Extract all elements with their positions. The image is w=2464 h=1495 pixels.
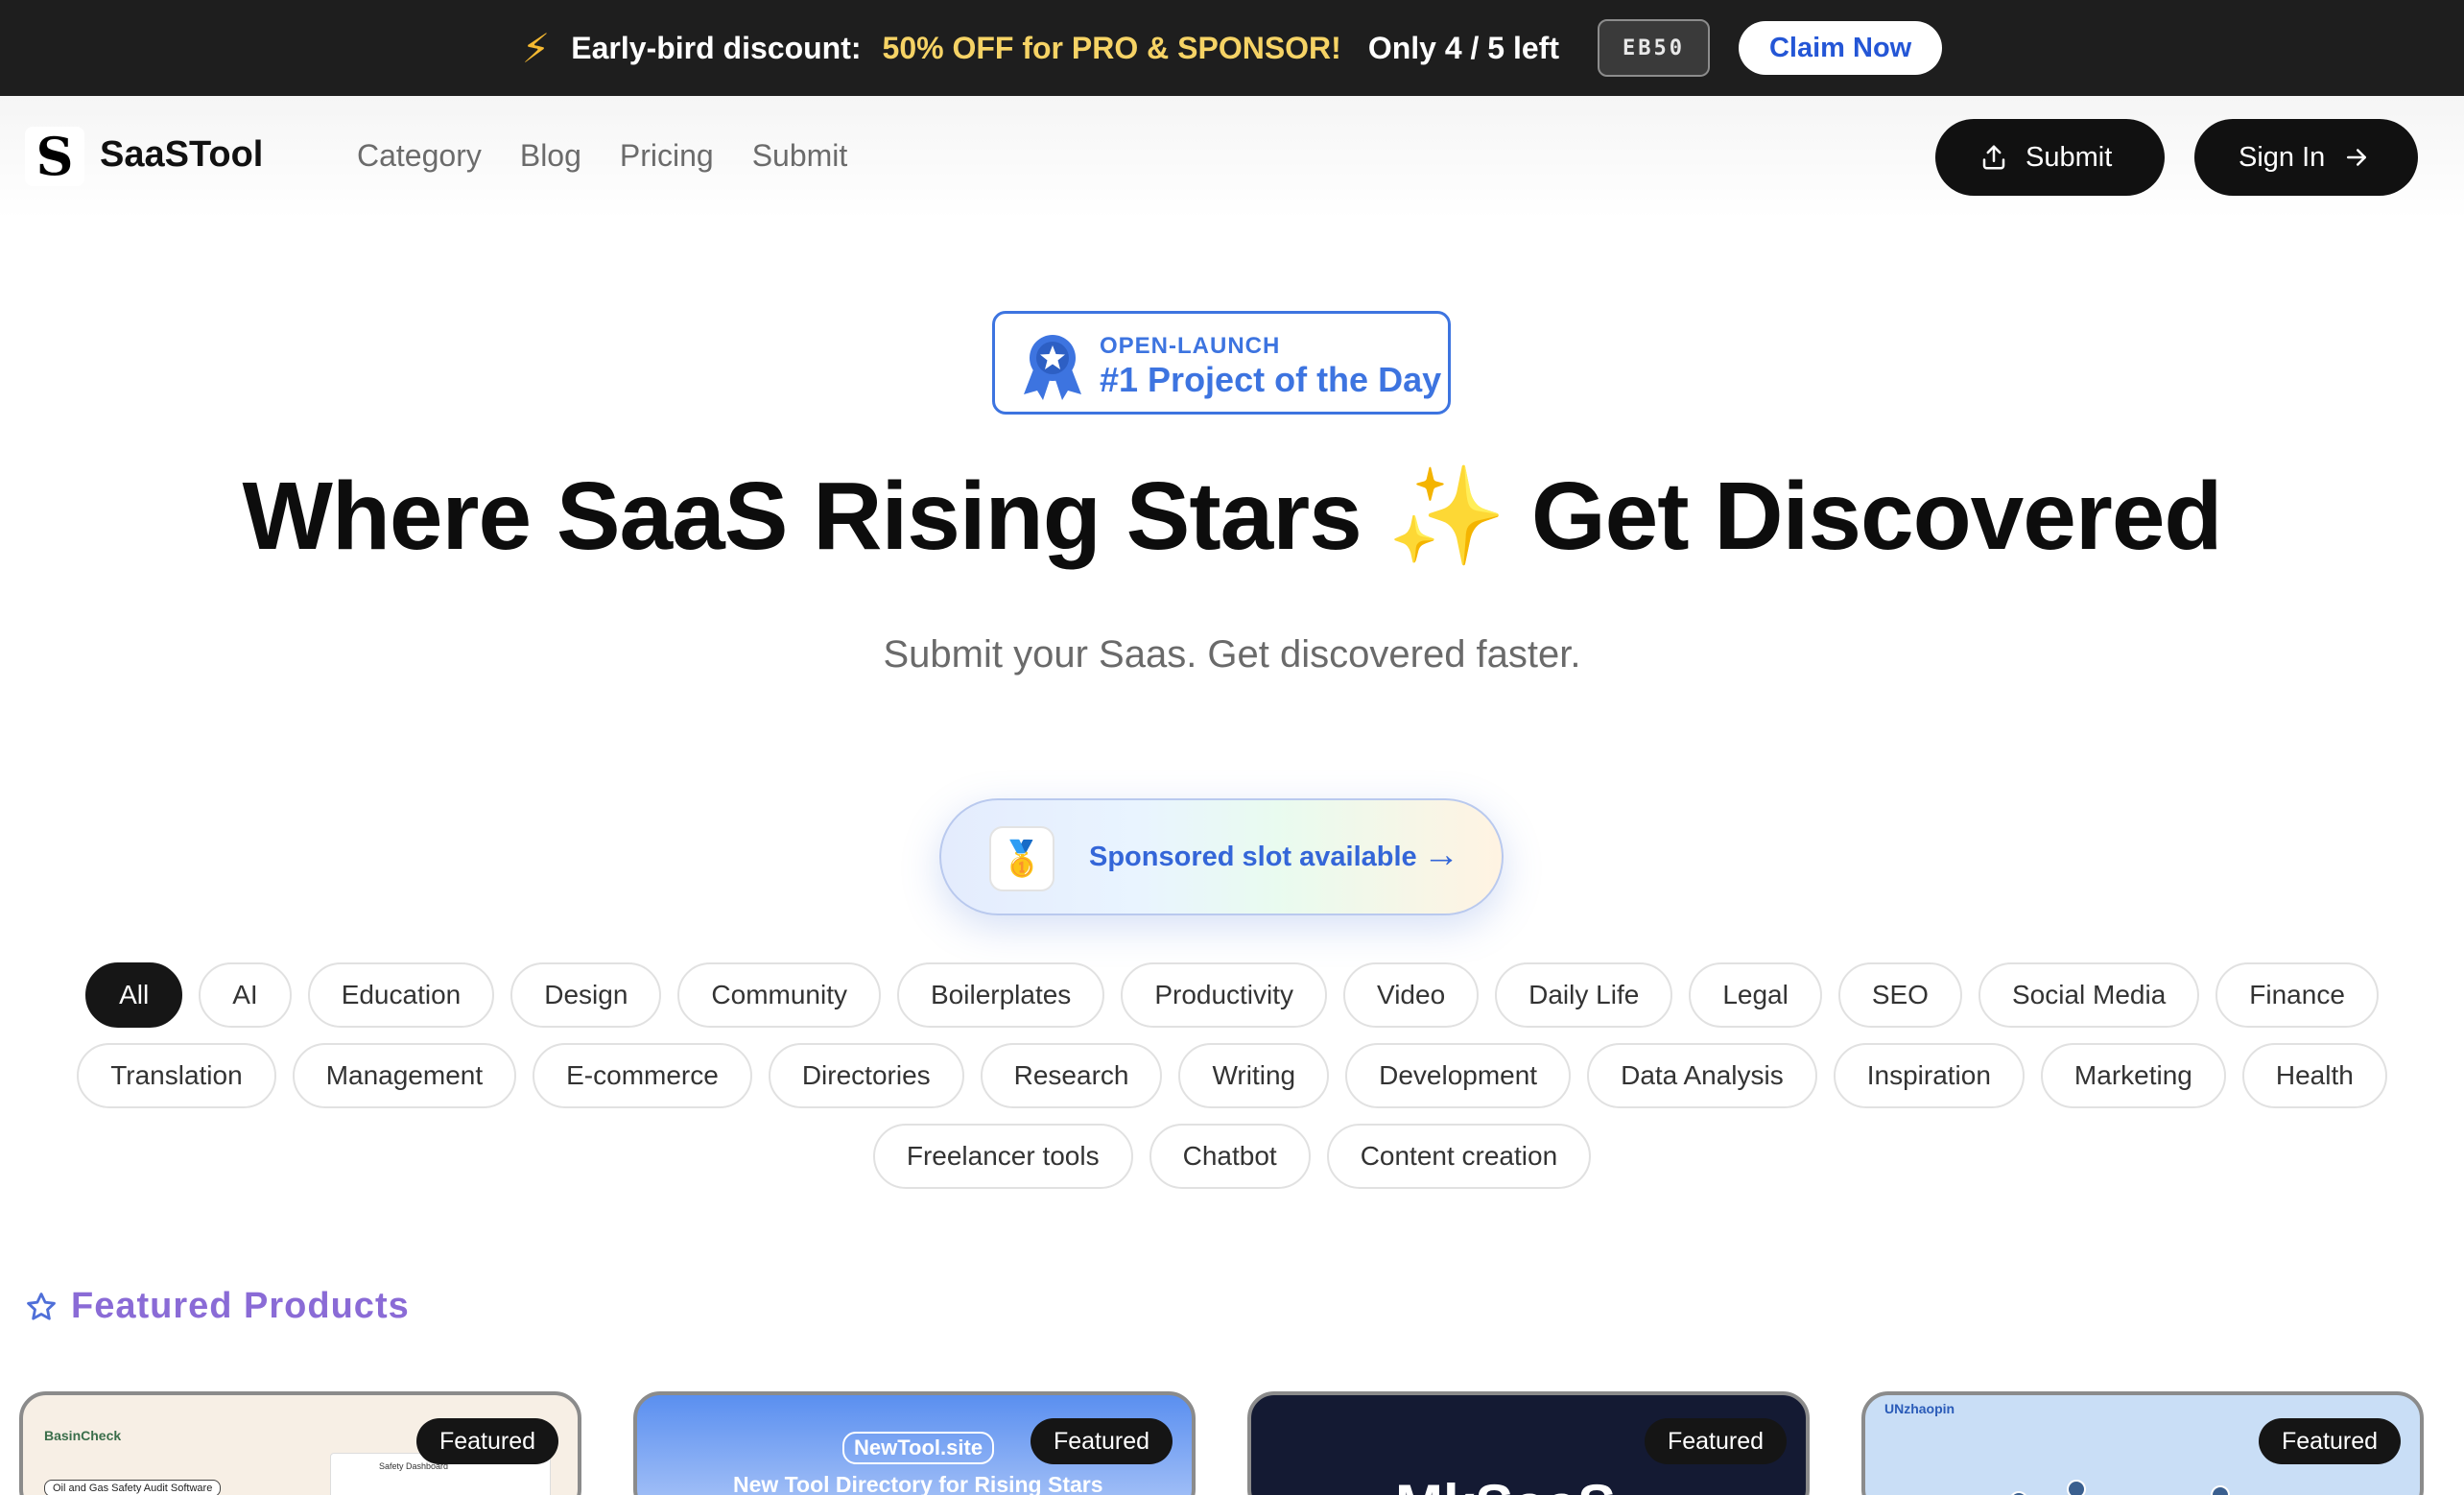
sign-in-button[interactable]: Sign In	[2194, 119, 2418, 196]
category-chip-e-commerce[interactable]: E-commerce	[533, 1043, 752, 1108]
featured-card-mksaas[interactable]: MkSaaS Featured	[1247, 1391, 1810, 1495]
upload-icon	[1982, 145, 2005, 170]
map-marker	[2067, 1480, 2086, 1495]
card-brand: BasinCheck	[44, 1428, 122, 1443]
sponsored-slot-label: Sponsored slot available	[1089, 842, 1417, 872]
nav-pricing[interactable]: Pricing	[620, 138, 714, 174]
category-chip-boilerplates[interactable]: Boilerplates	[897, 962, 1105, 1028]
map-marker	[2009, 1491, 2028, 1495]
sign-in-label: Sign In	[2239, 141, 2326, 173]
category-chip-data-analysis[interactable]: Data Analysis	[1587, 1043, 1817, 1108]
promo-banner: ⚡ Early-bird discount: 50% OFF for PRO &…	[0, 0, 2464, 96]
nav-submit[interactable]: Submit	[752, 138, 848, 174]
category-chip-research[interactable]: Research	[980, 1043, 1163, 1108]
card-logo-text: MkSaaS	[1395, 1472, 1616, 1495]
card-logo-text: UNzhaopin	[1884, 1401, 1955, 1416]
category-row-2: Translation Management E-commerce Direct…	[0, 1043, 2464, 1108]
featured-badge: Featured	[1644, 1418, 1787, 1464]
featured-heading-label: Featured Products	[71, 1286, 410, 1326]
featured-badge: Featured	[1030, 1418, 1173, 1464]
promo-remaining: Only 4 / 5 left	[1367, 30, 1559, 65]
category-chip-social-media[interactable]: Social Media	[1978, 962, 2200, 1028]
arrow-right-icon	[2347, 149, 2367, 166]
hero-title-left: Where SaaS Rising Stars	[242, 463, 1362, 570]
category-chip-writing[interactable]: Writing	[1178, 1043, 1330, 1108]
lightning-icon: ⚡	[521, 25, 551, 71]
sparkles-icon: ✨	[1386, 463, 1507, 570]
star-outline-icon	[27, 1292, 56, 1320]
category-chip-seo[interactable]: SEO	[1837, 962, 1962, 1028]
map-marker	[2211, 1485, 2230, 1495]
badge-line-2: #1 Project of the Day	[1100, 360, 1442, 399]
featured-badge: Featured	[415, 1418, 558, 1464]
category-chip-community[interactable]: Community	[677, 962, 881, 1028]
arrow-right-icon: →	[1423, 835, 1459, 875]
category-row-1: All AI Education Design Community Boiler…	[0, 962, 2464, 1028]
category-chip-ai[interactable]: AI	[199, 962, 292, 1028]
medal-icon: 🥇	[989, 826, 1054, 891]
brand-name[interactable]: SaaSTool	[100, 134, 263, 176]
main-nav: Category Blog Pricing Submit	[357, 138, 847, 174]
category-chip-directories[interactable]: Directories	[768, 1043, 964, 1108]
promo-lead: Early-bird discount:	[571, 30, 862, 65]
category-chip-finance[interactable]: Finance	[2215, 962, 2379, 1028]
card-tagline: New Tool Directory for Rising Stars	[733, 1472, 1103, 1495]
site-header: S SaaSTool Category Blog Pricing Submit …	[0, 96, 2464, 219]
card-subtitle: Oil and Gas Safety Audit Software	[44, 1480, 222, 1495]
category-chip-content-creation[interactable]: Content creation	[1326, 1124, 1592, 1189]
category-chip-daily-life[interactable]: Daily Life	[1495, 962, 1673, 1028]
category-chip-legal[interactable]: Legal	[1689, 962, 1822, 1028]
launch-badge[interactable]: OPEN-LAUNCH #1 Project of the Day	[992, 311, 1451, 415]
category-chip-education[interactable]: Education	[307, 962, 495, 1028]
award-ribbon-icon	[1024, 335, 1081, 400]
nav-category[interactable]: Category	[357, 138, 482, 174]
hero-title-right: Get Discovered	[1530, 463, 2223, 570]
promo-highlight: 50% OFF for PRO & SPONSOR!	[882, 30, 1341, 65]
hero-title: Where SaaS Rising Stars ✨ Get Discovered	[0, 461, 2464, 573]
logo-mark[interactable]: S	[25, 126, 84, 187]
category-row-3: Freelancer tools Chatbot Content creatio…	[0, 1124, 2464, 1189]
hero-subtitle: Submit your Saas. Get discovered faster.	[883, 633, 1581, 676]
badge-line-1: OPEN-LAUNCH	[1100, 333, 1281, 359]
category-chip-all[interactable]: All	[85, 962, 183, 1028]
category-chip-video[interactable]: Video	[1343, 962, 1480, 1028]
promo-code[interactable]: EB50	[1597, 19, 1710, 77]
category-chip-productivity[interactable]: Productivity	[1121, 962, 1328, 1028]
featured-badge: Featured	[2258, 1418, 2401, 1464]
sponsored-slot-button[interactable]: 🥇 Sponsored slot available →	[939, 798, 1504, 915]
category-chip-marketing[interactable]: Marketing	[2040, 1043, 2226, 1108]
category-chip-freelancer-tools[interactable]: Freelancer tools	[872, 1124, 1133, 1189]
submit-button[interactable]: Submit	[1935, 119, 2165, 196]
category-chip-health[interactable]: Health	[2241, 1043, 2387, 1108]
claim-now-button[interactable]: Claim Now	[1738, 21, 1943, 75]
category-chip-translation[interactable]: Translation	[77, 1043, 276, 1108]
featured-heading: Featured Products	[25, 1286, 410, 1327]
category-chip-chatbot[interactable]: Chatbot	[1149, 1124, 1311, 1189]
category-chip-development[interactable]: Development	[1345, 1043, 1572, 1108]
featured-card-basincheck[interactable]: BasinCheck Oil and Gas Safety Audit Soft…	[19, 1391, 581, 1495]
submit-button-label: Submit	[2026, 141, 2113, 173]
card-site-name: NewTool.site	[842, 1432, 995, 1464]
category-chip-inspiration[interactable]: Inspiration	[1833, 1043, 2025, 1108]
featured-card-newtool[interactable]: NewTool.site New Tool Directory for Risi…	[633, 1391, 1196, 1495]
category-chip-management[interactable]: Management	[292, 1043, 517, 1108]
category-chip-design[interactable]: Design	[510, 962, 662, 1028]
nav-blog[interactable]: Blog	[520, 138, 581, 174]
featured-card-unzhaopin[interactable]: UNzhaopin Featured	[1861, 1391, 2424, 1495]
